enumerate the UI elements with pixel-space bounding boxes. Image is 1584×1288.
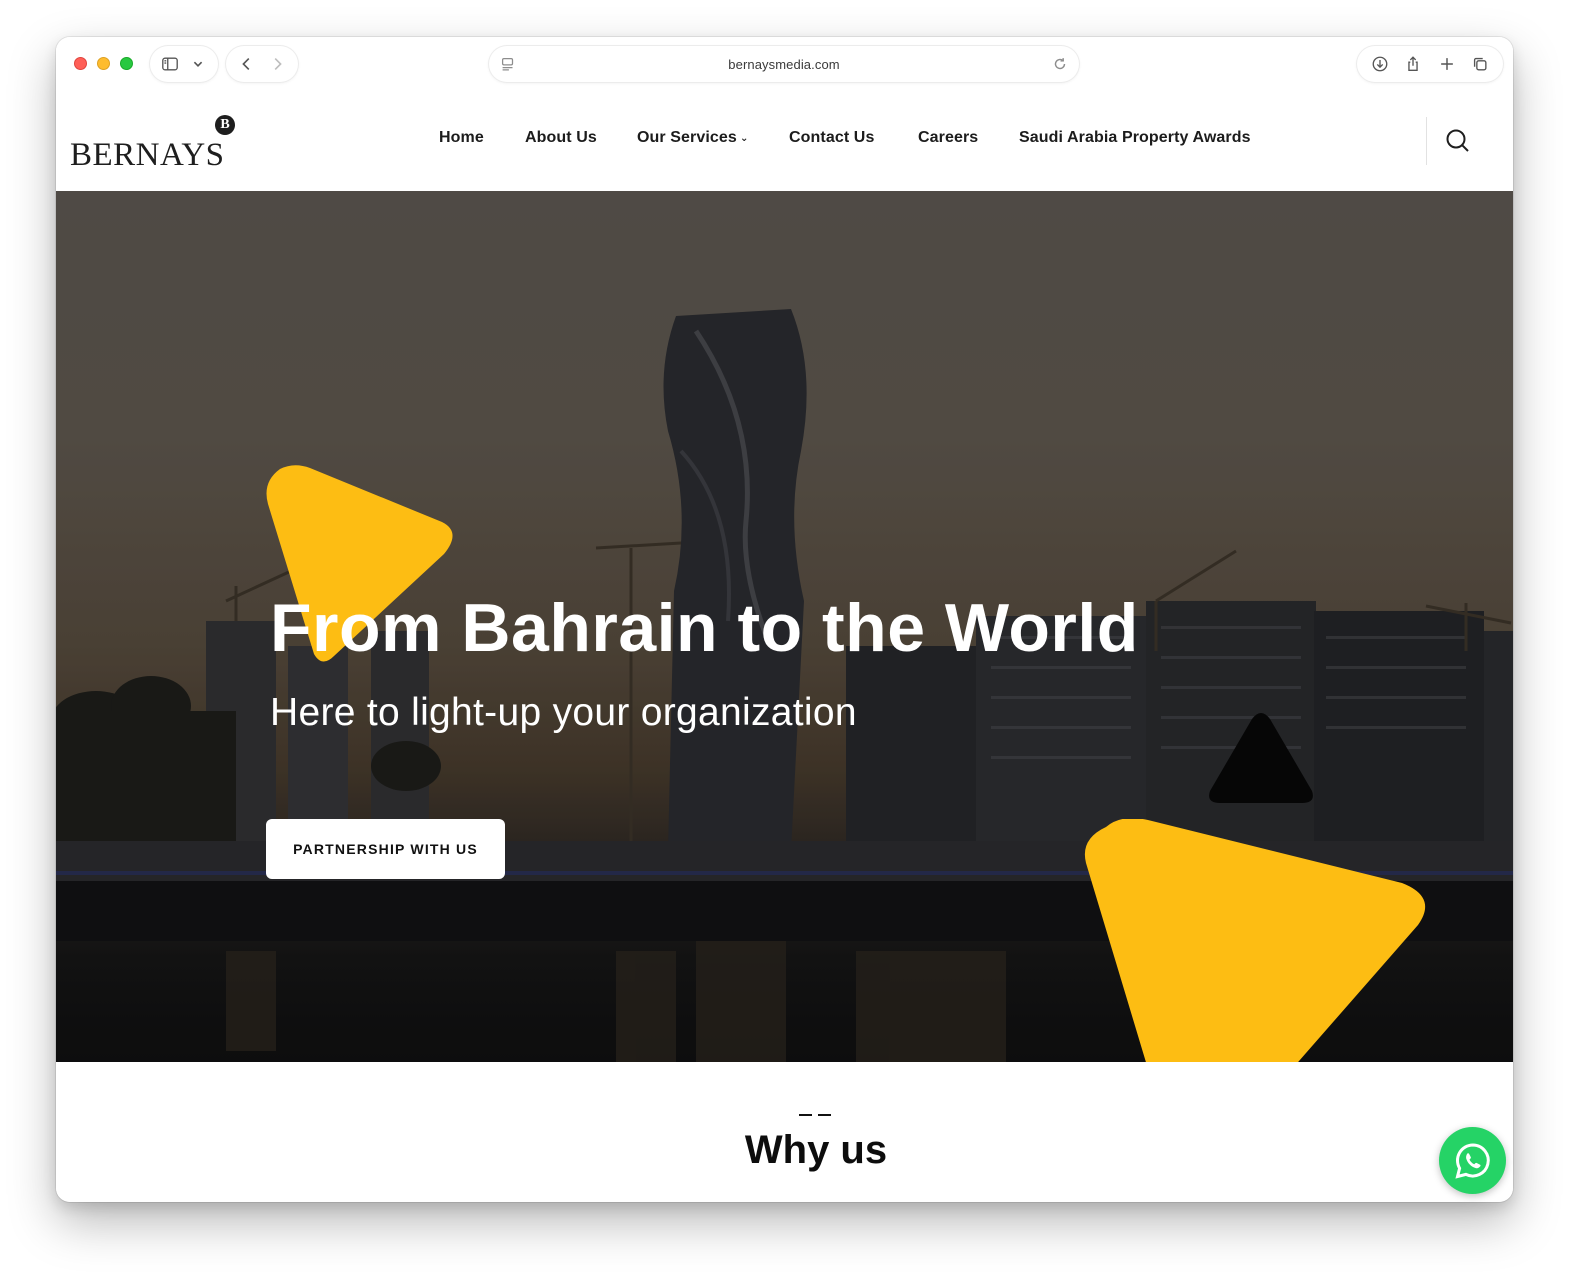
history-nav-group (226, 46, 298, 82)
logo-badge: B (215, 115, 235, 135)
url-text: bernaysmedia.com (728, 56, 840, 72)
nav-divider (1426, 117, 1427, 165)
site-header: BERNAYS B Home About Us Our Services ⌄ Co… (56, 91, 1513, 191)
logo-wordmark: BERNAYS (70, 137, 225, 173)
zoom-window-button[interactable] (120, 57, 133, 70)
why-us-heading: Why us (744, 1128, 888, 1172)
sidebar-toggle-group (150, 46, 218, 82)
section-dash-decoration (799, 1114, 831, 1116)
nav-saudi-arabia-property-awards[interactable]: Saudi Arabia Property Awards (1019, 129, 1251, 147)
download-icon[interactable] (1369, 53, 1391, 75)
nav-contact-us[interactable]: Contact Us (789, 129, 874, 147)
reload-icon[interactable] (1049, 53, 1071, 75)
why-us-section: Why us (56, 1062, 1513, 1202)
whatsapp-icon (1454, 1142, 1490, 1179)
browser-toolbar: bernaysmedia.com (56, 37, 1513, 91)
reader-icon[interactable] (497, 53, 519, 75)
address-bar[interactable]: bernaysmedia.com (489, 46, 1079, 82)
whatsapp-button[interactable] (1439, 1127, 1506, 1194)
chevron-down-icon[interactable] (187, 53, 209, 75)
minimize-window-button[interactable] (97, 57, 110, 70)
sidebar-icon[interactable] (159, 53, 181, 75)
forward-arrow-icon[interactable] (266, 53, 288, 75)
nav-our-services-label: Our Services (637, 129, 737, 146)
tabs-overview-icon[interactable] (1469, 53, 1491, 75)
share-icon[interactable] (1402, 53, 1424, 75)
nav-careers[interactable]: Careers (918, 129, 978, 147)
chevron-down-icon: ⌄ (739, 133, 749, 144)
search-icon[interactable] (1444, 127, 1472, 155)
nav-home[interactable]: Home (439, 129, 484, 147)
browser-actions-group (1357, 46, 1503, 82)
back-arrow-icon[interactable] (236, 53, 258, 75)
nav-our-services[interactable]: Our Services ⌄ (637, 129, 748, 147)
hero-subtitle: Here to light-up your organization (270, 691, 857, 734)
bernays-logo[interactable]: BERNAYS B (70, 115, 240, 173)
nav-about-us[interactable]: About Us (525, 129, 597, 147)
hero-title: From Bahrain to the World (270, 590, 1139, 666)
partnership-button[interactable]: PARTNERSHIP WITH US (266, 819, 505, 879)
plus-icon[interactable] (1436, 53, 1458, 75)
close-window-button[interactable] (74, 57, 87, 70)
black-triangle (1209, 713, 1313, 803)
browser-window: bernaysmedia.com BERNAYS B Home About Us… (56, 37, 1513, 1202)
hero-section: From Bahrain to the World Here to light-… (56, 191, 1513, 1062)
yellow-triangle-bottom-right (1085, 819, 1426, 1062)
